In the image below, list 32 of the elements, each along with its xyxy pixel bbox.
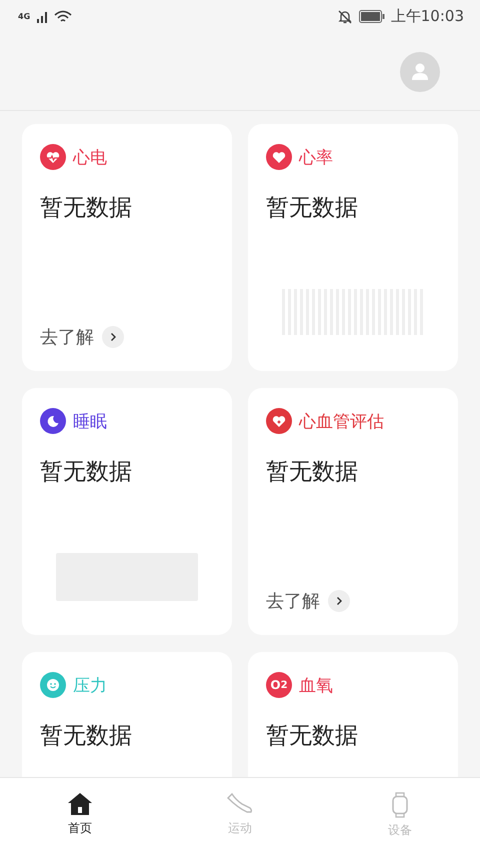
health-card[interactable]: 心电 暂无数据 去了解 xyxy=(22,124,232,371)
home-icon xyxy=(67,792,93,816)
no-data-text: 暂无数据 xyxy=(266,458,359,487)
learn-more-link[interactable]: 去了解 xyxy=(266,589,350,613)
no-data-text: 暂无数据 xyxy=(40,194,133,223)
health-card[interactable]: 睡眠 暂无数据 xyxy=(22,388,232,635)
no-data-text: 暂无数据 xyxy=(40,722,133,751)
clock-time: 上午10:03 xyxy=(390,7,464,26)
wifi-icon xyxy=(54,10,72,23)
watch-icon xyxy=(390,792,410,818)
chevron-right-icon xyxy=(328,590,350,612)
card-title: 压力 xyxy=(73,674,107,696)
bell-off-icon xyxy=(336,8,353,24)
card-title: 心血管评估 xyxy=(299,410,384,432)
nav-tab[interactable]: 首页 xyxy=(0,778,160,853)
no-data-text: 暂无数据 xyxy=(266,194,359,223)
chevron-right-icon xyxy=(102,326,124,348)
network-type: 4G xyxy=(18,12,30,21)
learn-more-link[interactable]: 去了解 xyxy=(40,325,124,349)
card-title: 血氧 xyxy=(299,674,333,696)
battery-icon xyxy=(358,10,385,23)
card-title: 心率 xyxy=(299,146,333,168)
no-data-text: 暂无数据 xyxy=(266,722,359,751)
person-icon xyxy=(410,62,430,82)
avatar-button[interactable] xyxy=(400,52,440,92)
card-title: 心电 xyxy=(73,146,107,168)
health-card[interactable]: 心率 暂无数据 xyxy=(248,124,458,371)
health-card[interactable]: 压力 暂无数据 xyxy=(22,652,232,778)
card-title: 睡眠 xyxy=(73,410,107,432)
no-data-text: 暂无数据 xyxy=(40,458,133,487)
signal-icon xyxy=(36,10,48,22)
health-card[interactable]: 心血管评估 暂无数据 去了解 xyxy=(248,388,458,635)
